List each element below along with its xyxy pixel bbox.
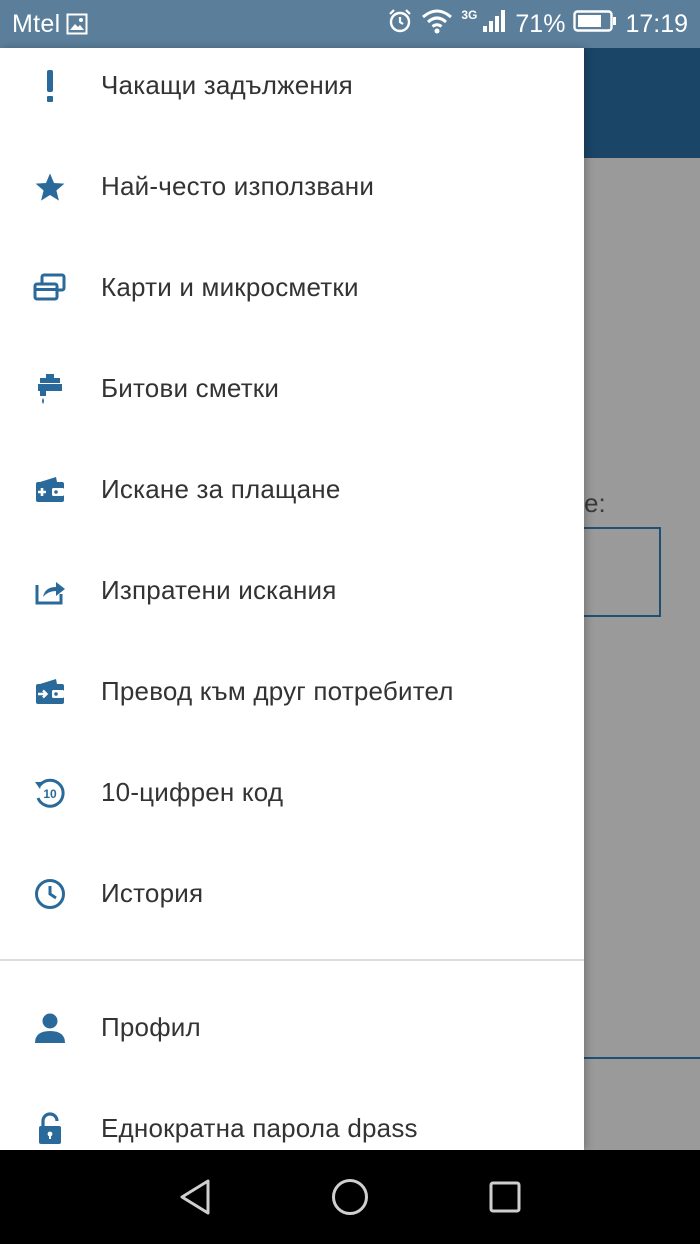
- menu-item-label: Искане за плащане: [101, 474, 341, 504]
- menu-item-label: Профил: [101, 1012, 201, 1042]
- menu-item-label: Чакащи задължения: [101, 70, 353, 100]
- menu-item-history[interactable]: История: [0, 843, 584, 944]
- menu-item-label: Еднократна парола dpass: [101, 1113, 418, 1143]
- menu-item-most-used[interactable]: Най-често използвани: [0, 136, 584, 237]
- cards-icon: [32, 270, 68, 306]
- menu-item-payment-request[interactable]: Искане за плащане: [0, 439, 584, 540]
- clock-time: 17:19: [625, 9, 688, 38]
- share-icon: [32, 573, 68, 609]
- home-icon[interactable]: [323, 1170, 377, 1224]
- menu-item-dpass[interactable]: Еднократна парола dpass: [0, 1078, 584, 1150]
- menu-item-sent-requests[interactable]: Изпратени искания: [0, 540, 584, 641]
- menu-item-label: Превод към друг потребител: [101, 676, 454, 706]
- wallet-transfer-icon: [32, 674, 68, 710]
- menu-item-cards[interactable]: Карти и микросметки: [0, 237, 584, 338]
- navigation-drawer: Чакащи задължения Най-често използвани К…: [0, 48, 584, 1150]
- menu-item-utility-bills[interactable]: Битови сметки: [0, 338, 584, 439]
- carrier-name: Mtel: [12, 9, 61, 38]
- menu-item-label: Карти и микросметки: [101, 272, 359, 302]
- clock-icon: [32, 876, 68, 912]
- wifi-icon: [421, 8, 453, 41]
- menu-item-label: Битови сметки: [101, 373, 280, 403]
- person-icon: [32, 1010, 68, 1046]
- network-type: 3G: [461, 8, 478, 22]
- status-icons: 3G 71% 17:19: [387, 8, 688, 41]
- star-icon: [32, 169, 68, 205]
- faucet-icon: [32, 371, 68, 407]
- svg-text:10: 10: [43, 787, 57, 801]
- status-bar: Mtel 3G 71% 17:19: [0, 0, 700, 48]
- battery-icon: [573, 9, 617, 40]
- system-nav-bar: [0, 1150, 700, 1244]
- exclamation-icon: [32, 68, 68, 104]
- menu-item-label: Изпратени искания: [101, 575, 337, 605]
- recents-icon[interactable]: [478, 1170, 532, 1224]
- form-underline: [584, 1057, 700, 1059]
- gallery-icon: [66, 13, 88, 35]
- battery-percent: 71%: [515, 9, 566, 38]
- menu-item-10-digit-code[interactable]: 10 10-цифрен код: [0, 742, 584, 843]
- drawer-divider: [0, 959, 584, 961]
- menu-item-label: Най-често използвани: [101, 171, 375, 201]
- code-10-icon: 10: [32, 775, 68, 811]
- menu-item-transfer[interactable]: Превод към друг потребител: [0, 641, 584, 742]
- back-icon[interactable]: [168, 1170, 222, 1224]
- form-label-fragment: e:: [584, 488, 606, 518]
- alarm-icon: [387, 8, 413, 41]
- wallet-add-icon: [32, 472, 68, 508]
- menu-item-pending-obligations[interactable]: Чакащи задължения: [0, 48, 584, 136]
- menu-item-label: 10-цифрен код: [101, 777, 284, 807]
- menu-item-profile[interactable]: Профил: [0, 977, 584, 1078]
- menu-item-label: История: [101, 878, 204, 908]
- lock-icon: [32, 1111, 68, 1147]
- signal-icon: [481, 8, 507, 41]
